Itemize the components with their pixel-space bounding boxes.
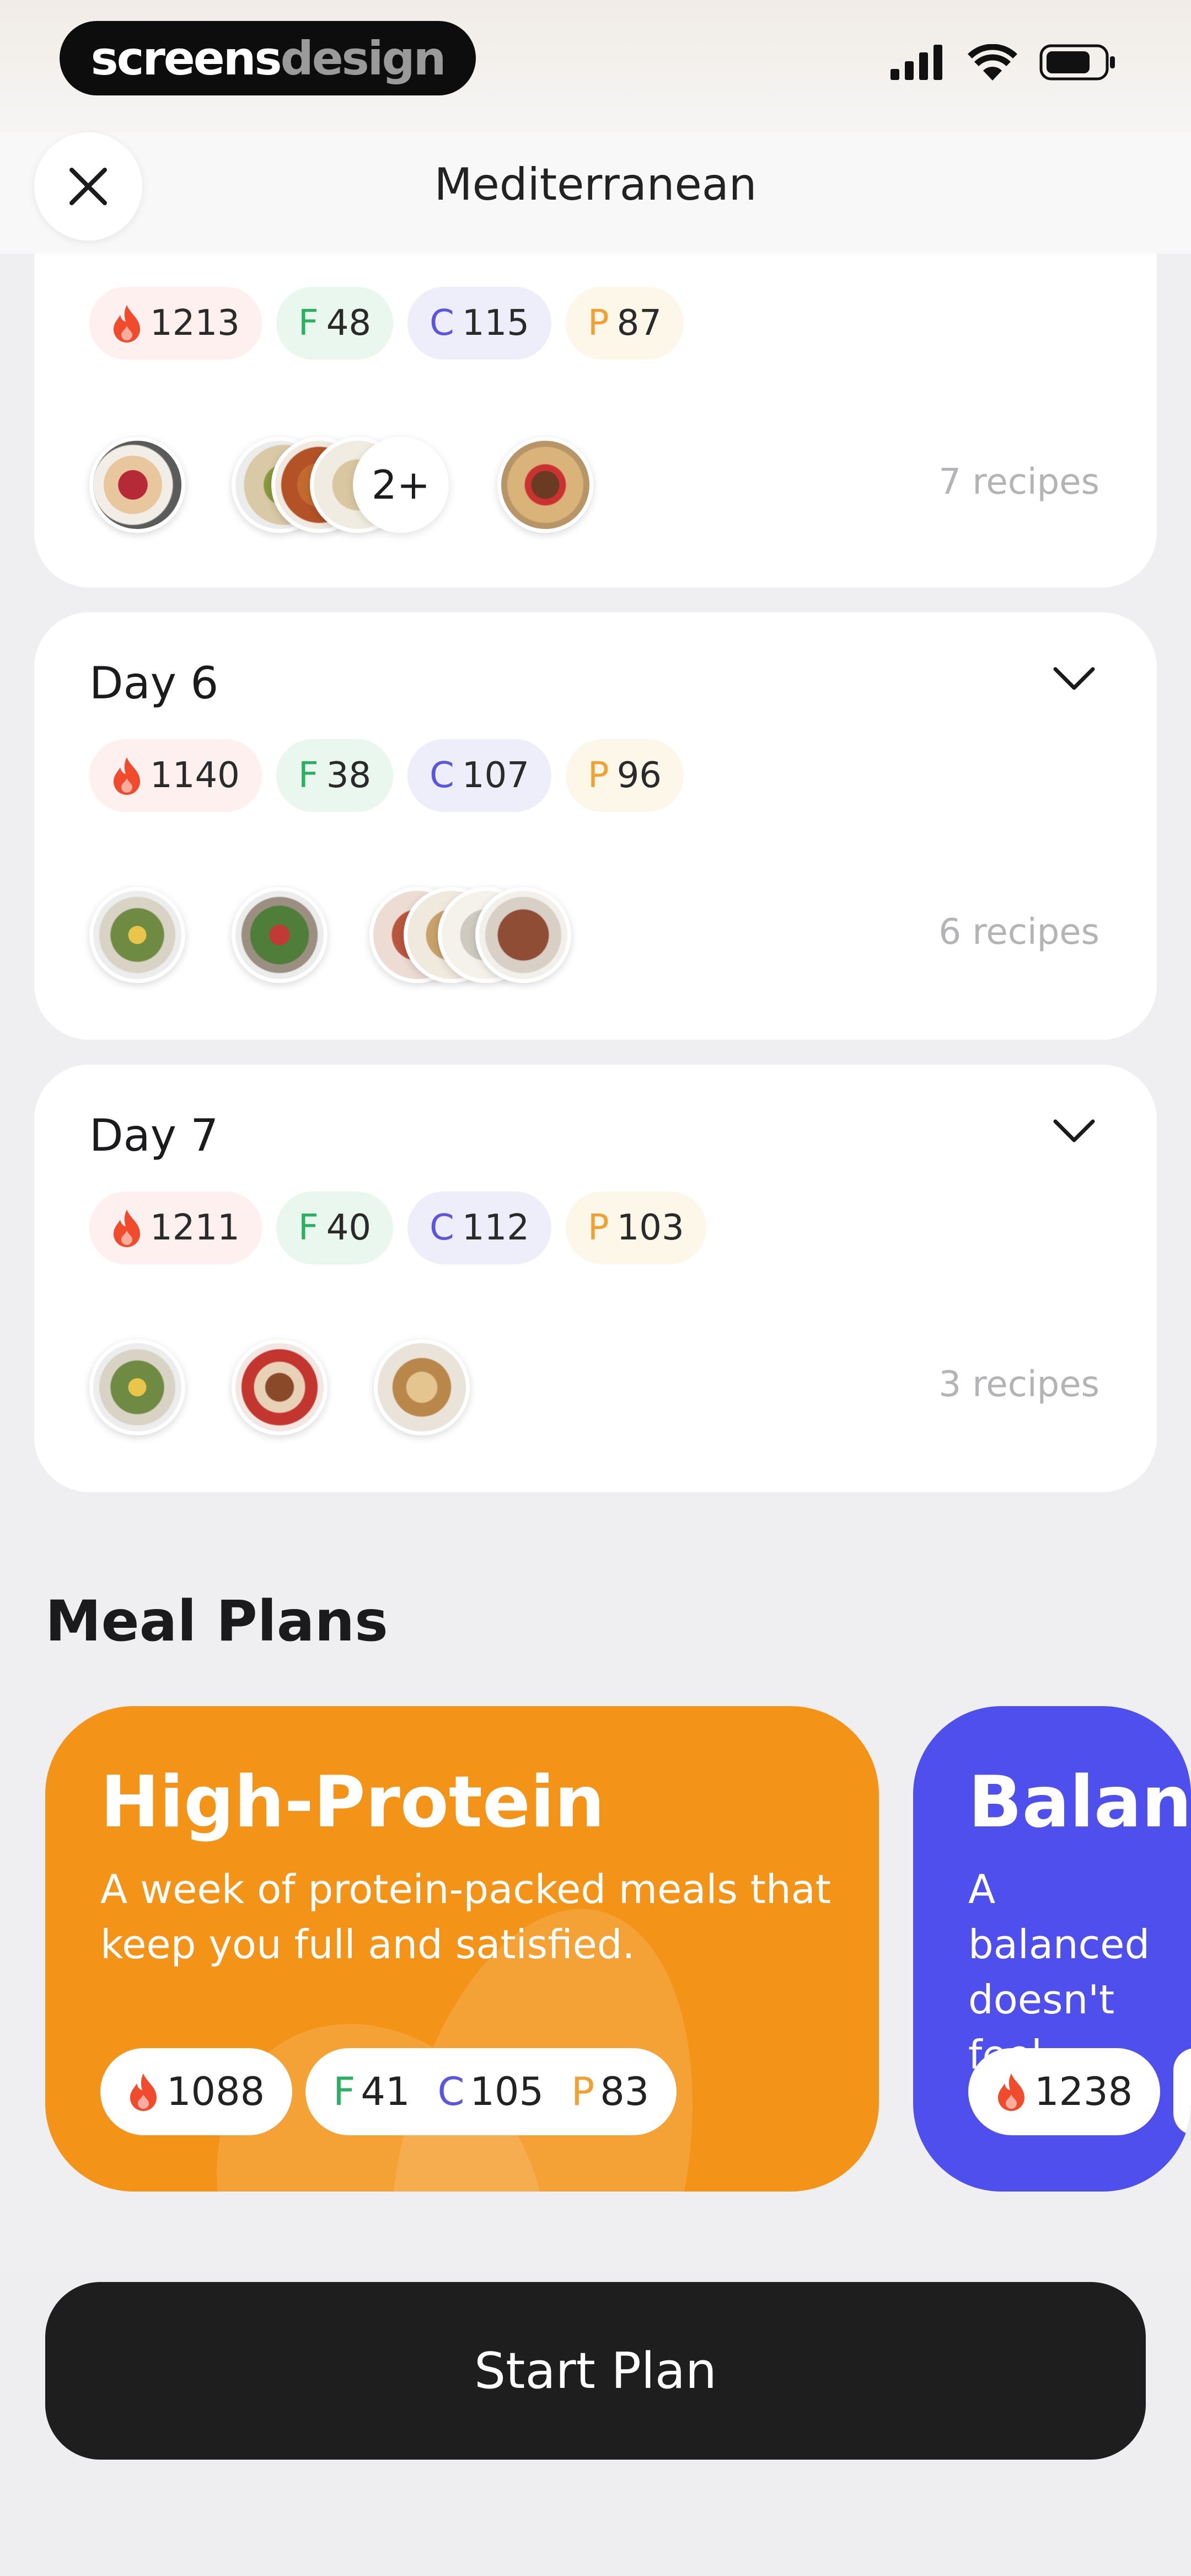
protein-chip: P 87 xyxy=(565,287,684,360)
protein-value: 96 xyxy=(616,755,662,796)
calories-value: 1140 xyxy=(150,755,240,796)
protein-segment: P 83 xyxy=(571,2069,649,2114)
carbs-letter: C xyxy=(430,1207,454,1248)
carbs-value: 107 xyxy=(462,755,529,796)
carbs-value: 105 xyxy=(470,2069,544,2114)
day-title: Day 7 xyxy=(89,1110,219,1161)
page-title: Mediterranean xyxy=(434,159,757,210)
protein-letter: P xyxy=(587,1207,609,1248)
recipe-thumbnails[interactable] xyxy=(89,887,751,986)
fat-letter: F xyxy=(298,1207,319,1248)
chevron-down-icon[interactable] xyxy=(1052,665,1096,692)
protein-value: 103 xyxy=(616,1207,684,1248)
recipe-count: 7 recipes xyxy=(938,462,1099,503)
fire-icon xyxy=(114,757,140,795)
calories-chip: 1213 xyxy=(89,287,262,360)
fat-letter: F xyxy=(298,755,319,796)
recipe-image[interactable] xyxy=(374,1339,470,1435)
plan-calories-chip: 1088 xyxy=(100,2048,293,2135)
header: Mediterranean xyxy=(0,132,1191,254)
chevron-down-icon[interactable] xyxy=(1052,1117,1096,1145)
brand-logo: screens design xyxy=(60,21,476,95)
macro-row: 1211 F 40 C 112 P 103 xyxy=(89,1191,706,1264)
brand-text-secondary: design xyxy=(280,31,447,85)
status-icons xyxy=(890,44,1117,81)
fat-chip: F 40 xyxy=(276,1191,394,1264)
fire-icon xyxy=(114,305,140,343)
fat-value: 38 xyxy=(326,755,372,796)
plan-description: A week of protein-packed meals that keep… xyxy=(100,1866,831,1968)
recipe-image[interactable] xyxy=(475,887,571,983)
calories-value: 1213 xyxy=(150,303,240,344)
recipe-image[interactable] xyxy=(89,1339,185,1435)
day-card[interactable]: Day 7 1211 F 40 C 112 P 103 3 recipes xyxy=(34,1065,1157,1492)
fire-icon xyxy=(998,2073,1024,2111)
protein-chip: P 96 xyxy=(565,739,684,812)
recipe-image[interactable] xyxy=(232,1339,328,1435)
plan-macros: 1238 xyxy=(968,2048,1191,2135)
plan-macros: 1088 F 41 C 105 P 83 xyxy=(100,2048,677,2135)
protein-letter: P xyxy=(587,755,609,796)
more-recipes-badge[interactable]: 2+ xyxy=(353,437,449,533)
carbs-letter: C xyxy=(437,2069,465,2114)
plan-title: Balanc xyxy=(968,1761,1191,1843)
recipe-image[interactable] xyxy=(232,887,328,983)
macro-row: 1140 F 38 C 107 P 96 xyxy=(89,739,684,812)
calories-value: 1211 xyxy=(150,1207,240,1248)
plan-calories-value: 1238 xyxy=(1034,2069,1133,2114)
fat-value: 40 xyxy=(326,1207,372,1248)
fat-chip: F 48 xyxy=(276,287,394,360)
calories-chip: 1211 xyxy=(89,1191,262,1264)
plan-card-high-protein[interactable]: High-Protein A week of protein-packed me… xyxy=(45,1706,879,2192)
macro-row: 1213 F 48 C 115 P 87 xyxy=(89,287,684,360)
protein-chip: P 103 xyxy=(565,1191,706,1264)
recipe-image[interactable] xyxy=(497,437,593,533)
fire-icon xyxy=(114,1210,140,1247)
fat-value: 48 xyxy=(326,303,372,344)
carbs-segment: C 105 xyxy=(438,2069,544,2114)
carbs-value: 112 xyxy=(462,1207,529,1248)
brand-text-primary: screens xyxy=(90,31,282,85)
section-title: Meal Plans xyxy=(45,1589,388,1654)
day-card[interactable]: 1213 F 48 C 115 P 87 2+ 7 recipes xyxy=(34,254,1157,587)
wifi-icon xyxy=(968,44,1017,81)
recipe-image[interactable] xyxy=(89,887,185,983)
plan-macros-chip xyxy=(1173,2048,1191,2135)
plan-title: High-Protein xyxy=(100,1761,605,1843)
protein-value: 87 xyxy=(616,303,662,344)
battery-icon xyxy=(1039,44,1115,81)
recipe-image[interactable] xyxy=(89,437,185,533)
fire-icon xyxy=(130,2073,157,2111)
day-title: Day 6 xyxy=(89,658,219,709)
recipe-thumbnails[interactable]: 2+ xyxy=(89,437,751,536)
protein-letter: P xyxy=(587,303,609,344)
plan-macros-chip: F 41 C 105 P 83 xyxy=(305,2048,677,2135)
fat-segment: F 41 xyxy=(333,2069,410,2114)
carbs-letter: C xyxy=(430,303,454,344)
fat-letter: F xyxy=(333,2069,356,2114)
fat-chip: F 38 xyxy=(276,739,394,812)
carbs-chip: C 107 xyxy=(407,739,551,812)
status-bar: screens design xyxy=(0,0,1191,132)
fat-value: 41 xyxy=(361,2069,410,2114)
carbs-chip: C 115 xyxy=(407,287,551,360)
day-card[interactable]: Day 6 1140 F 38 C 107 P 96 6 recipes xyxy=(34,612,1157,1040)
protein-letter: P xyxy=(571,2069,595,2114)
calories-chip: 1140 xyxy=(89,739,262,812)
protein-value: 83 xyxy=(600,2069,650,2114)
fat-letter: F xyxy=(298,303,319,344)
carbs-value: 115 xyxy=(462,303,529,344)
plan-calories-chip: 1238 xyxy=(968,2048,1161,2135)
signal-icon xyxy=(890,45,942,80)
carbs-letter: C xyxy=(430,755,454,796)
recipe-count: 6 recipes xyxy=(938,912,1099,953)
recipe-count: 3 recipes xyxy=(938,1364,1099,1405)
carbs-chip: C 112 xyxy=(407,1191,551,1264)
plan-card-balanced[interactable]: Balanc A balanced doesn't feel 1238 xyxy=(913,1706,1191,2192)
plan-calories-value: 1088 xyxy=(167,2069,265,2114)
start-plan-button[interactable]: Start Plan xyxy=(45,2282,1146,2460)
recipe-thumbnails[interactable] xyxy=(89,1339,751,1439)
